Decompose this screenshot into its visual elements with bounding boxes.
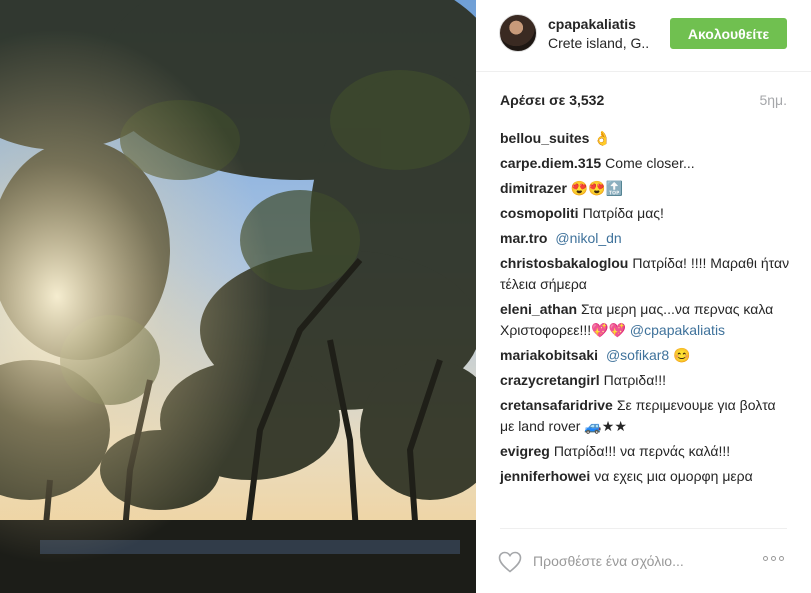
comment-author[interactable]: crazycretangirl [500, 372, 600, 388]
comment-mention[interactable]: @sofikar8 😊 [606, 347, 691, 363]
divider [500, 528, 787, 529]
likes-row: Αρέσει σε 3,532 5ημ. [500, 92, 787, 112]
username-link[interactable]: cpapakaliatis [548, 16, 636, 32]
comment-text: να εχεις μια ομορφη μερα [594, 468, 753, 484]
comment-author[interactable]: jenniferhowei [500, 468, 590, 484]
dot-icon [771, 556, 776, 561]
post-photo[interactable] [0, 0, 476, 593]
comment-author[interactable]: evigreg [500, 443, 550, 459]
comment-mention[interactable]: @nikol_dn [555, 230, 621, 246]
comment-text: Πατρίδα!!! να περνάς καλά!!! [553, 443, 731, 459]
comment-item: bellou_suites 👌 [500, 128, 790, 149]
dot-icon [763, 556, 768, 561]
comment-item: jenniferhowei να εχεις μια ομορφη μερα [500, 466, 790, 487]
comment-item: crazycretangirl Πατριδα!!! [500, 370, 790, 391]
dot-icon [779, 556, 784, 561]
comment-text: Πατριδα!!! [603, 372, 666, 388]
likes-count[interactable]: Αρέσει σε 3,532 [500, 92, 604, 108]
post-time[interactable]: 5ημ. [759, 92, 787, 108]
comment-mention[interactable]: @cpapakaliatis [630, 322, 725, 338]
comment-item: evigreg Πατρίδα!!! να περνάς καλά!!! [500, 441, 790, 462]
comment-item: mar.tro @nikol_dn [500, 228, 790, 249]
follow-button[interactable]: Ακολουθείτε [670, 18, 787, 49]
comment-item: carpe.diem.315 Come closer... [500, 153, 790, 174]
heart-icon[interactable] [498, 551, 522, 573]
comment-item: cretansafaridrive Σε περιμενουμε για βολτ… [500, 395, 790, 437]
comment-author[interactable]: eleni_athan [500, 301, 577, 317]
avatar[interactable] [499, 14, 537, 52]
comment-author[interactable]: cretansafaridrive [500, 397, 613, 413]
comment-text: 😍😍🔝 [570, 180, 624, 196]
comment-text: 👌 [593, 130, 611, 146]
comment-text: Come closer... [605, 155, 695, 171]
comment-author[interactable]: bellou_suites [500, 130, 589, 146]
comment-item: christosbakaloglou Πατρίδα! !!!! Μαραθι ή… [500, 253, 790, 295]
comment-author[interactable]: mar.tro [500, 230, 547, 246]
location-link[interactable]: Crete island, G.. [548, 35, 658, 51]
comment-item: dimitrazer 😍😍🔝 [500, 178, 790, 199]
comment-input[interactable] [533, 550, 733, 572]
comment-item: eleni_athan Στα μερη μας...να περνας καλα… [500, 299, 790, 341]
comment-list: bellou_suites 👌 carpe.diem.315 Come closer.… [500, 128, 790, 491]
comment-item: cosmopoliti Πατρίδα μας! [500, 203, 790, 224]
comment-author[interactable]: mariakobitsaki [500, 347, 598, 363]
comment-author[interactable]: dimitrazer [500, 180, 567, 196]
post-header: cpapakaliatis Crete island, G.. Ακολουθε… [476, 0, 811, 72]
comment-text: Πατρίδα μας! [582, 205, 664, 221]
comment-item: mariakobitsaki @sofikar8 😊 [500, 345, 790, 366]
post-sidebar: cpapakaliatis Crete island, G.. Ακολουθε… [476, 0, 811, 593]
comment-author[interactable]: christosbakaloglou [500, 255, 628, 271]
more-options-icon[interactable] [763, 556, 789, 566]
comment-author[interactable]: cosmopoliti [500, 205, 579, 221]
comment-author[interactable]: carpe.diem.315 [500, 155, 601, 171]
